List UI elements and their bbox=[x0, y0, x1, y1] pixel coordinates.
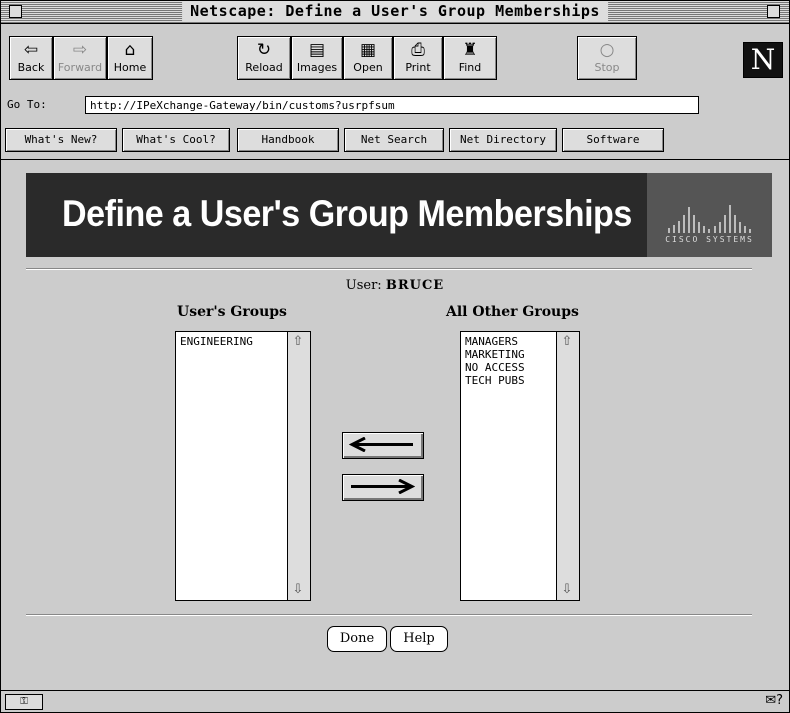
home-button[interactable]: ⌂ Home bbox=[107, 36, 153, 80]
user-label: User: bbox=[345, 278, 382, 293]
other-groups-list[interactable]: MANAGERS MARKETING NO ACCESS TECH PUBS ⇧… bbox=[460, 331, 580, 601]
cisco-logo: CISCO SYSTEMS bbox=[647, 173, 772, 257]
net-search-button[interactable]: Net Search bbox=[344, 128, 444, 152]
other-groups-scrollbar[interactable]: ⇧ ⇩ bbox=[556, 332, 579, 600]
list-item[interactable]: ENGINEERING bbox=[180, 335, 253, 348]
forward-arrow-icon: ⇨ bbox=[72, 40, 88, 60]
browser-window: Netscape: Define a User's Group Membersh… bbox=[0, 0, 790, 713]
location-bar: Go To: http://IPeXchange-Gateway/bin/cus… bbox=[1, 94, 789, 120]
print-button[interactable]: ⎙ Print bbox=[393, 36, 443, 80]
stop-button[interactable]: ○ Stop bbox=[577, 36, 637, 80]
directory-buttons: What's New? What's Cool? Handbook Net Se… bbox=[1, 125, 789, 155]
help-button[interactable]: Help bbox=[390, 626, 448, 652]
location-input[interactable]: http://IPeXchange-Gateway/bin/customs?us… bbox=[85, 96, 699, 114]
page-content: Define a User's Group Memberships CISCO … bbox=[1, 160, 789, 690]
open-button[interactable]: ▦ Open bbox=[343, 36, 393, 80]
stop-icon: ○ bbox=[599, 40, 615, 60]
mail-icon[interactable]: ✉? bbox=[765, 693, 783, 709]
banner-title: Define a User's Group Memberships bbox=[62, 193, 632, 234]
binoculars-icon: ♜ bbox=[462, 40, 478, 60]
find-button[interactable]: ♜ Find bbox=[443, 36, 497, 80]
top-rule bbox=[26, 268, 752, 270]
handbook-button[interactable]: Handbook bbox=[237, 128, 339, 152]
list-item[interactable]: TECH PUBS bbox=[465, 374, 525, 387]
user-line: User: BRUCE bbox=[1, 278, 789, 293]
forward-button[interactable]: ⇨ Forward bbox=[53, 36, 107, 80]
list-item[interactable]: MARKETING bbox=[465, 348, 525, 361]
scroll-up-icon[interactable]: ⇧ bbox=[559, 334, 575, 350]
window-title: Netscape: Define a User's Group Membersh… bbox=[182, 2, 608, 21]
title-bar[interactable]: Netscape: Define a User's Group Membersh… bbox=[1, 1, 789, 24]
close-box[interactable] bbox=[9, 5, 22, 18]
printer-icon: ⎙ bbox=[411, 40, 425, 60]
net-directory-button[interactable]: Net Directory bbox=[449, 128, 557, 152]
move-right-button[interactable] bbox=[342, 474, 424, 501]
user-name: BRUCE bbox=[385, 278, 445, 293]
bottom-rule bbox=[26, 614, 752, 616]
open-icon: ▦ bbox=[359, 40, 377, 60]
images-icon: ▤ bbox=[308, 40, 326, 60]
back-arrow-icon: ⇦ bbox=[23, 40, 39, 60]
right-arrow-icon bbox=[351, 479, 415, 494]
netscape-logo: N bbox=[743, 42, 783, 78]
images-button[interactable]: ▤ Images bbox=[291, 36, 343, 80]
reload-button[interactable]: ↻ Reload bbox=[237, 36, 291, 80]
whats-cool-button[interactable]: What's Cool? bbox=[122, 128, 230, 152]
zoom-box[interactable] bbox=[767, 5, 780, 18]
left-arrow-icon bbox=[349, 437, 413, 452]
list-item[interactable]: MANAGERS bbox=[465, 335, 525, 348]
users-groups-heading: User's Groups bbox=[177, 304, 287, 320]
house-icon: ⌂ bbox=[124, 40, 136, 60]
scroll-down-icon[interactable]: ⇩ bbox=[559, 582, 575, 598]
scroll-down-icon[interactable]: ⇩ bbox=[290, 582, 306, 598]
location-label: Go To: bbox=[7, 98, 47, 111]
done-button[interactable]: Done bbox=[327, 626, 387, 652]
security-key-icon[interactable]: ⚿ bbox=[5, 694, 43, 710]
whats-new-button[interactable]: What's New? bbox=[5, 128, 117, 152]
cisco-logo-text: CISCO SYSTEMS bbox=[665, 235, 754, 244]
software-button[interactable]: Software bbox=[562, 128, 664, 152]
list-item[interactable]: NO ACCESS bbox=[465, 361, 525, 374]
users-groups-scrollbar[interactable]: ⇧ ⇩ bbox=[287, 332, 310, 600]
toolbar: ⇦ Back ⇨ Forward ⌂ Home ↻ Reload ▤ Image… bbox=[1, 24, 789, 94]
users-groups-list[interactable]: ENGINEERING ⇧ ⇩ bbox=[175, 331, 311, 601]
page-banner: Define a User's Group Memberships CISCO … bbox=[26, 173, 772, 257]
reload-icon: ↻ bbox=[256, 40, 272, 60]
status-bar: ⚿ ✉? bbox=[1, 690, 789, 712]
other-groups-heading: All Other Groups bbox=[446, 304, 579, 320]
cisco-bars-icon bbox=[668, 205, 751, 233]
scroll-up-icon[interactable]: ⇧ bbox=[290, 334, 306, 350]
back-button[interactable]: ⇦ Back bbox=[9, 36, 53, 80]
move-left-button[interactable] bbox=[342, 432, 424, 459]
